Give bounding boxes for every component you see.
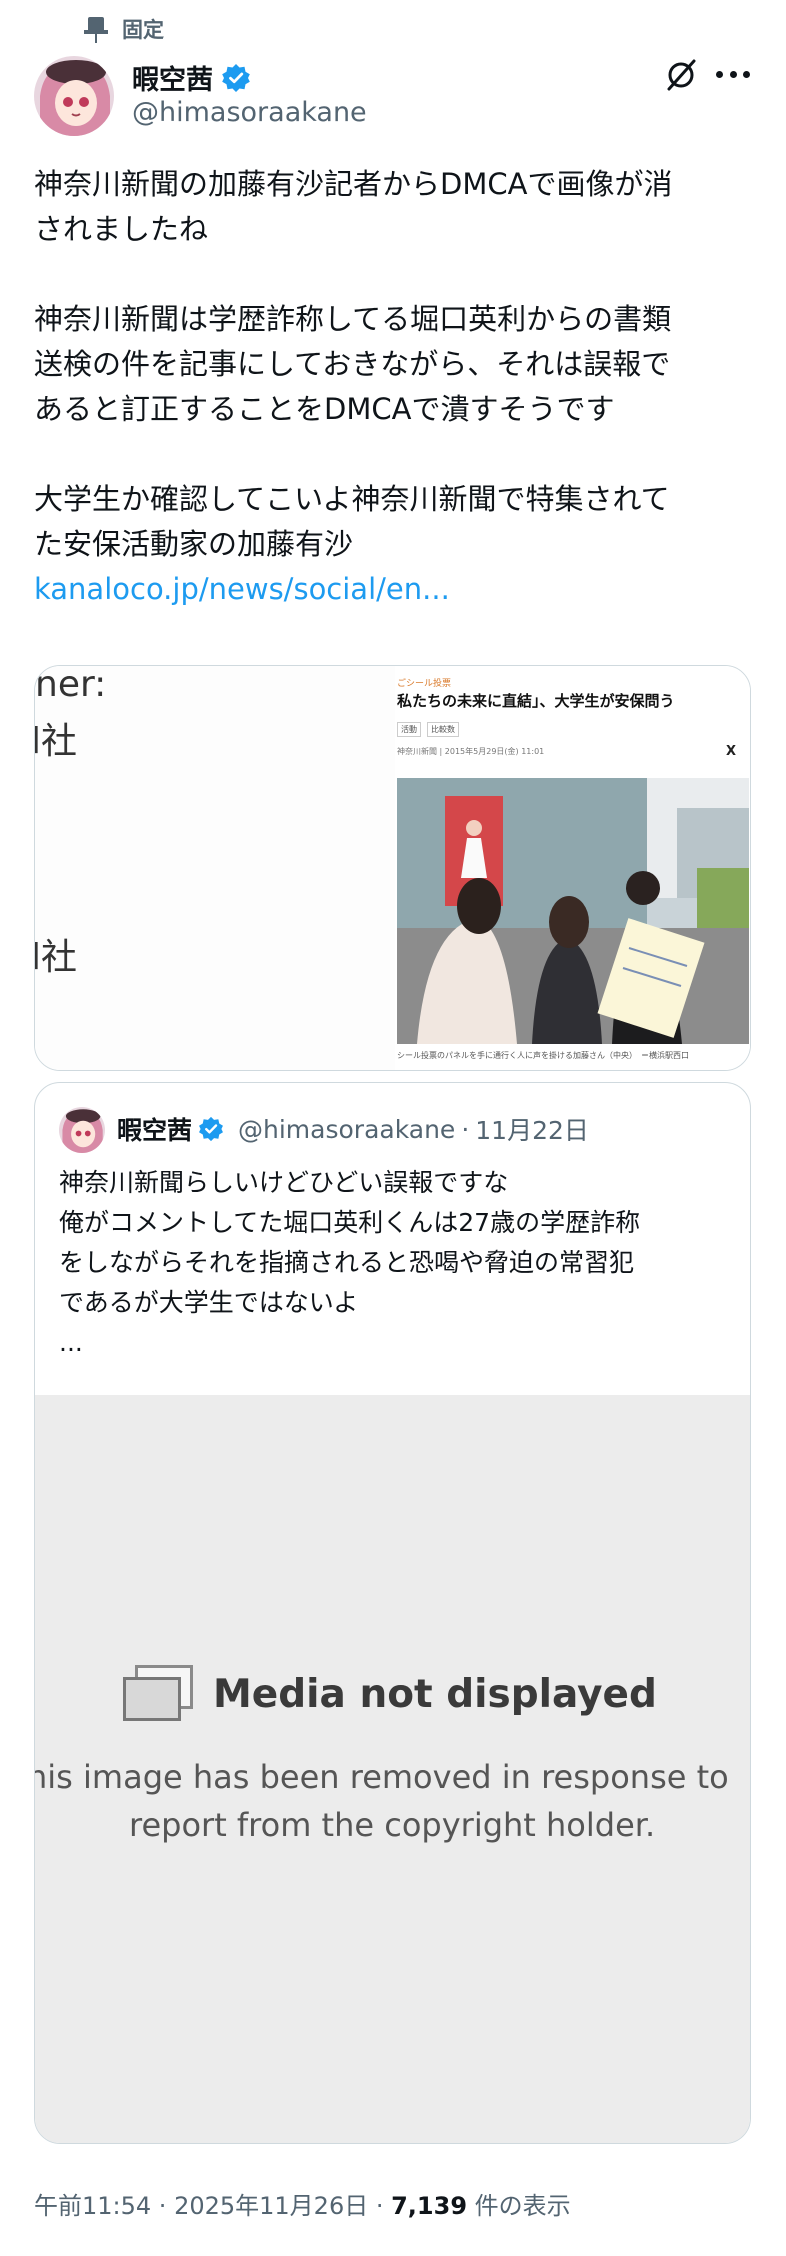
article-tag: 比較数	[427, 722, 459, 737]
tweet-line: されましたね	[34, 212, 209, 246]
tweet-line: 大学生か確認してこいよ神奈川新聞で特集されて	[34, 482, 670, 516]
doc-fragment-text: l社	[34, 721, 78, 762]
attached-image[interactable]: ner: l社 l社 ごシール投票 私たちの未来に直結」、大学生が安保問う 活動…	[34, 665, 751, 1071]
article-link[interactable]: kanaloco.jp/news/social/en...	[34, 567, 754, 612]
verified-badge-icon[interactable]	[221, 63, 251, 93]
post-date[interactable]: 2025年11月26日	[174, 2192, 368, 2220]
separator: ·	[368, 2192, 392, 2220]
article-screenshot: ごシール投票 私たちの未来に直結」、大学生が安保問う 活動 比較数 神奈川新聞 …	[395, 666, 750, 1070]
removed-media-placeholder: Media not displayed his image has been r…	[35, 1395, 750, 2143]
quoted-text: 神奈川新聞らしいけどひどい誤報ですな 俺がコメントしてた堀口英利くんは27歳の学…	[59, 1163, 729, 1363]
quoted-avatar[interactable]	[59, 1107, 105, 1153]
author-handle[interactable]: @himasoraakane	[132, 97, 367, 128]
verified-badge-icon	[198, 1116, 224, 1142]
doc-fragment-text: ner:	[35, 665, 107, 705]
quoted-date: 11月22日	[475, 1116, 589, 1145]
removed-media-message: report from the copyright holder.	[129, 1806, 656, 1844]
quoted-line: であるが大学生ではないよ	[59, 1288, 359, 1317]
removed-media-message: his image has been removed in response t…	[35, 1758, 729, 1796]
quoted-line: ...	[59, 1328, 83, 1357]
article-date: 神奈川新聞 | 2015年5月29日(金) 11:01	[397, 747, 545, 756]
tweet-line: た安保活動家の加藤有沙	[34, 527, 354, 561]
street-photo	[397, 778, 749, 1044]
tweet-text: 神奈川新聞の加藤有沙記者からDMCAで画像が消 されましたね 神奈川新聞は学歴詐…	[34, 162, 754, 612]
tweet-line: あると訂正することをDMCAで潰すそうです	[34, 392, 615, 426]
article-tags: 活動 比較数	[397, 722, 459, 737]
article-category: ごシール投票	[397, 679, 452, 689]
post-time[interactable]: 午前11:54	[34, 2192, 151, 2220]
article-tag: 活動	[397, 722, 421, 737]
photo-caption: シール投票のパネルを手に通行く人に声を掛ける加藤さん（中央） ＝横浜駅西口	[397, 1051, 689, 1060]
tweet-line: 送検の件を記事にしておきながら、それは誤報で	[34, 347, 671, 381]
doc-fragment-text: l社	[34, 937, 78, 978]
view-count: 7,139	[391, 2192, 468, 2220]
quoted-tweet[interactable]: 暇空茜 @himasoraakane · 11月22日 神奈川新聞らしいけどひど…	[34, 1082, 751, 2144]
pin-icon	[84, 15, 108, 43]
quoted-line: をしながらそれを指摘されると恐喝や脅迫の常習犯	[59, 1248, 635, 1277]
quoted-line: 神奈川新聞らしいけどひどい誤報ですな	[59, 1168, 509, 1197]
removed-media-title: Media not displayed	[213, 1671, 657, 1717]
grok-icon[interactable]	[664, 58, 698, 92]
tweet-line: 神奈川新聞は学歴詐称してる堀口英利からの書類	[34, 302, 672, 336]
more-options-icon[interactable]	[716, 68, 750, 80]
x-share-icon: X	[725, 744, 736, 759]
quoted-display-name: 暇空茜	[117, 1116, 193, 1145]
pinned-indicator: 固定	[84, 14, 164, 44]
avatar[interactable]	[34, 56, 114, 136]
document-fragment: ner: l社 l社	[34, 665, 395, 1070]
removed-media-heading: Media not displayed	[123, 1665, 657, 1723]
separator: ·	[151, 2192, 175, 2220]
tweet-meta: 午前11:54 · 2025年11月26日 · 7,139 件の表示	[34, 2186, 571, 2221]
tweet-line: 神奈川新聞の加藤有沙記者からDMCAで画像が消	[34, 167, 673, 201]
pinned-label: 固定	[122, 18, 164, 42]
quoted-handle: @himasoraakane	[238, 1114, 456, 1144]
separator: ·	[461, 1114, 470, 1144]
quoted-header: 暇空茜 @himasoraakane · 11月22日	[117, 1111, 589, 1147]
author-display-name[interactable]: 暇空茜	[132, 58, 213, 97]
author-name-row[interactable]: 暇空茜	[132, 58, 251, 97]
article-title: 私たちの未来に直結」、大学生が安保問う	[397, 692, 675, 710]
image-placeholder-icon	[123, 1665, 193, 1723]
views-label: 件の表示	[467, 2192, 571, 2220]
quoted-line: 俺がコメントしてた堀口英利くんは27歳の学歴詐称	[59, 1208, 641, 1237]
